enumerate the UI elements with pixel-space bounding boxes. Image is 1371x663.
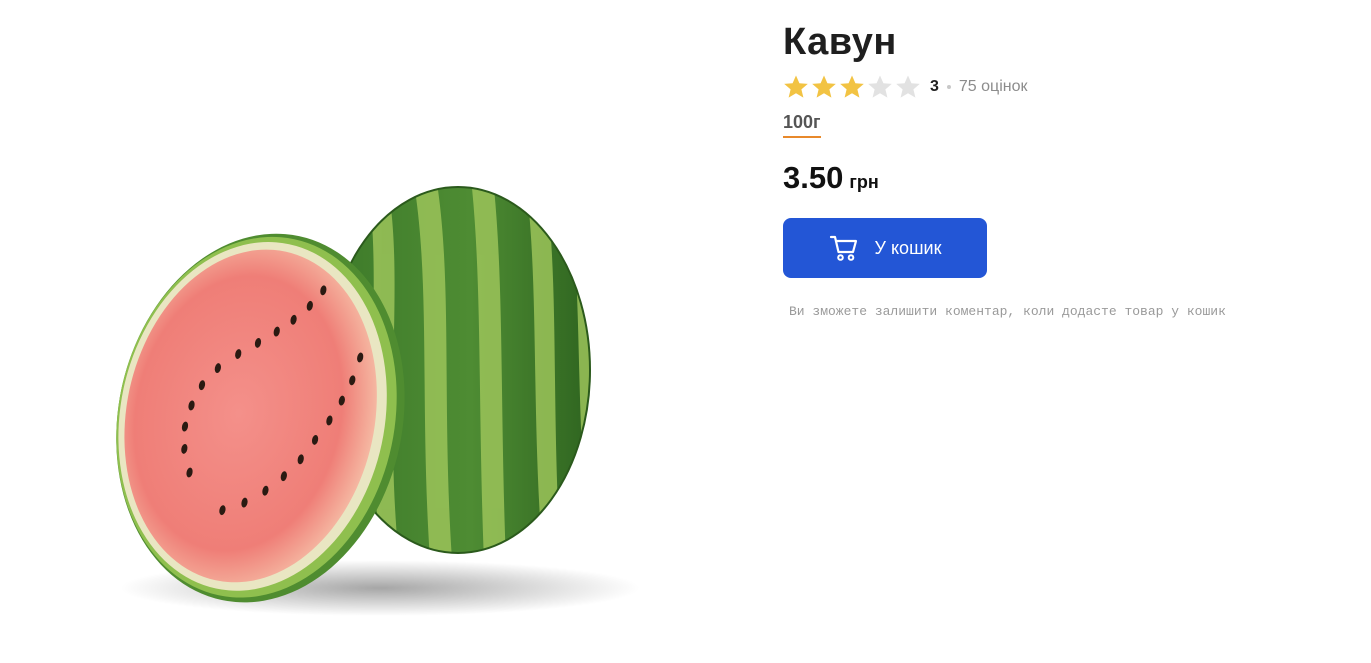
add-to-cart-button[interactable]: У кошик [783, 218, 987, 278]
star-empty-icon[interactable] [867, 74, 893, 100]
star-filled-icon[interactable] [811, 74, 837, 100]
reviews-count[interactable]: 75 оцінок [959, 78, 1028, 96]
watermelon-image [116, 186, 640, 616]
price-currency: грн [849, 172, 879, 192]
separator-dot [946, 85, 951, 89]
product-title: Кавун [783, 21, 897, 63]
price: 3.50 грн [783, 160, 1343, 196]
weight-option-tab[interactable]: 100г [783, 112, 821, 138]
star-filled-icon[interactable] [839, 74, 865, 100]
rating-stars[interactable] [783, 74, 921, 100]
product-info-panel: Кавун 3 75 оцінок 100г 3.50 грн У кошик … [783, 18, 1343, 319]
rating-value: 3 [930, 78, 939, 95]
price-value: 3.50 [783, 160, 844, 195]
star-empty-icon[interactable] [895, 74, 921, 100]
star-filled-icon[interactable] [783, 74, 809, 100]
rating-row: 3 75 оцінок [783, 70, 1343, 104]
comment-hint: Ви зможете залишити коментар, коли додас… [789, 304, 1226, 319]
product-image-area [0, 0, 740, 663]
cart-icon [829, 235, 857, 261]
add-to-cart-label: У кошик [874, 237, 942, 258]
